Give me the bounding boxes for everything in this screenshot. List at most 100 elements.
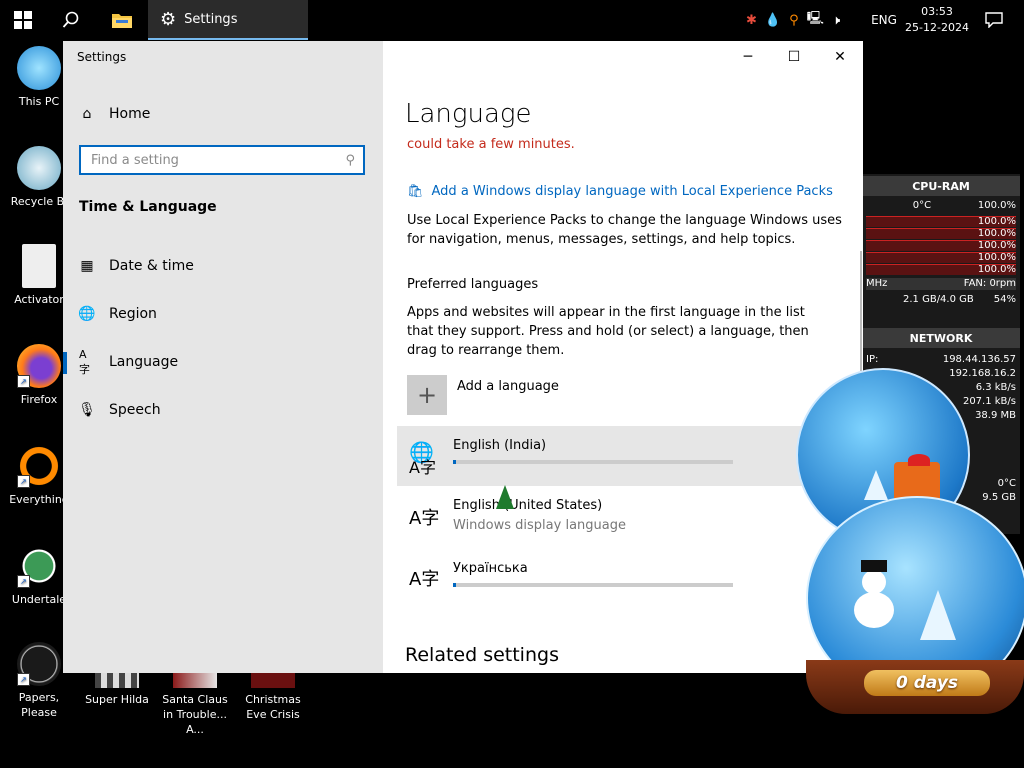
desktop-icon-santa-claus[interactable]: Santa Claus in Trouble... A... bbox=[156, 672, 234, 737]
ram-graph bbox=[866, 308, 1016, 329]
close-icon: ✕ bbox=[834, 49, 846, 65]
core-load: 100.0% bbox=[977, 252, 1016, 263]
snowman-head bbox=[862, 570, 886, 594]
microphone-icon: 🎙 bbox=[78, 402, 96, 418]
window-title: Settings bbox=[77, 50, 127, 64]
cpu-load: 100.0% bbox=[977, 200, 1016, 211]
language-icon: A字 bbox=[79, 347, 90, 376]
globe-icon: 🌐 bbox=[78, 306, 96, 322]
network-icon[interactable]: 🖳 bbox=[807, 9, 824, 31]
game-icon bbox=[251, 672, 295, 688]
lxp-link[interactable]: 🛍 Add a Windows display language with Lo… bbox=[407, 184, 833, 199]
related-settings-heading: Related settings bbox=[405, 644, 559, 666]
cpu-freq-label: MHz bbox=[866, 278, 888, 289]
undertale-icon: ↗ bbox=[17, 544, 61, 588]
close-button[interactable]: ✕ bbox=[817, 41, 863, 73]
snowy-tree-decoration bbox=[864, 470, 888, 500]
preferred-languages-heading: Preferred languages bbox=[407, 277, 539, 292]
taskbar-app-label: Settings bbox=[184, 11, 238, 27]
game-icon bbox=[95, 672, 139, 688]
home-icon: ⌂ bbox=[82, 106, 92, 122]
shortcut-arrow-icon: ↗ bbox=[17, 673, 30, 686]
progress-fill bbox=[453, 460, 456, 464]
system-tray: ✱ 💧 ⚲ 🖳 🕨 bbox=[746, 0, 840, 40]
ram-percent: 54% bbox=[993, 294, 1016, 305]
search-icon: ⚲ bbox=[345, 152, 355, 168]
nav-speech[interactable]: 🎙 Speech bbox=[78, 394, 161, 426]
language-pack-progress bbox=[453, 583, 733, 587]
action-center-button[interactable] bbox=[978, 0, 1010, 40]
fan-speed: FAN: 0rpm bbox=[963, 278, 1016, 289]
taskbar-settings-app[interactable]: ⚙ Settings bbox=[148, 0, 308, 40]
ram-usage: 2.1 GB/4.0 GB bbox=[903, 294, 974, 305]
ip-ext-row: IP: 198.44.136.57 bbox=[866, 354, 1016, 366]
desktop-icon-christmas-eve-crisis[interactable]: Christmas Eve Crisis bbox=[234, 672, 312, 722]
firefox-icon: ↗ bbox=[17, 344, 61, 388]
language-item-english-india[interactable]: 🌐 A字 English (India) bbox=[397, 426, 863, 486]
nav-language[interactable]: A字 Language bbox=[79, 346, 178, 378]
language-icon: A字 bbox=[409, 569, 440, 590]
desktop-icon-super-hilda[interactable]: Super Hilda bbox=[78, 672, 156, 707]
core-load: 100.0% bbox=[977, 264, 1016, 275]
cpu-ram-header: CPU-RAM bbox=[862, 176, 1020, 196]
language-item-ukrainian[interactable]: A字 Українська bbox=[397, 549, 863, 609]
content-scrollbar[interactable] bbox=[860, 251, 862, 371]
total-transfer: 38.9 MB bbox=[975, 410, 1016, 421]
store-icon: 🛍 bbox=[407, 184, 424, 199]
core-row: 100.0% bbox=[866, 216, 1016, 228]
upload-speed: 207.1 kB/s bbox=[962, 396, 1016, 407]
progress-fill bbox=[453, 583, 456, 587]
maximize-button[interactable]: ☐ bbox=[771, 41, 817, 73]
minimize-button[interactable]: ─ bbox=[725, 41, 771, 73]
desktop-icon-label: Super Hilda bbox=[85, 693, 149, 706]
shortcut-arrow-icon: ↗ bbox=[17, 375, 30, 388]
shortcut-arrow-icon: ↗ bbox=[17, 575, 30, 588]
snowman-body bbox=[854, 592, 894, 628]
language-name: Українська bbox=[453, 561, 528, 576]
nav-region[interactable]: 🌐 Region bbox=[78, 298, 157, 330]
core-load: 100.0% bbox=[977, 216, 1016, 227]
core-row: 100.0% bbox=[866, 252, 1016, 264]
lxp-description: Use Local Experience Packs to change the… bbox=[407, 213, 842, 247]
freq-row: MHz FAN: 0rpm bbox=[866, 278, 1016, 290]
language-code: ENG bbox=[871, 13, 897, 27]
language-icon: A字 bbox=[409, 508, 440, 529]
recycle-bin-icon bbox=[17, 146, 61, 190]
taskbar-clock[interactable]: 03:53 25-12-2024 bbox=[902, 0, 972, 40]
language-globe-icon: 🌐 A字 bbox=[409, 440, 436, 477]
nav-date-time[interactable]: ▦ Date & time bbox=[79, 250, 194, 282]
search-input[interactable] bbox=[89, 151, 346, 169]
language-item-english-us[interactable]: A字 English (United States) Windows displ… bbox=[397, 486, 863, 546]
language-name: English (United States) bbox=[453, 498, 603, 513]
plus-icon: + bbox=[407, 375, 447, 415]
santa-hat-decoration bbox=[908, 454, 930, 466]
external-ip: 198.44.136.57 bbox=[942, 354, 1016, 365]
drive-usage: 9.5 GB bbox=[982, 492, 1016, 503]
selected-indicator bbox=[63, 352, 67, 374]
page-title: Language bbox=[405, 99, 532, 129]
language-name: English (India) bbox=[453, 438, 547, 453]
taskbar-search-button[interactable] bbox=[48, 0, 94, 40]
clock-time: 03:53 bbox=[921, 5, 953, 18]
tray-everything-icon[interactable]: ⚲ bbox=[789, 13, 799, 28]
cpu-summary-row: 0°C 100.0% bbox=[866, 200, 1016, 212]
tray-app-icon[interactable]: ✱ bbox=[746, 13, 757, 28]
game-icon bbox=[173, 672, 217, 688]
tray-drop-icon[interactable]: 💧 bbox=[765, 13, 781, 28]
minimize-icon: ─ bbox=[743, 49, 753, 65]
add-language-button[interactable]: + Add a language bbox=[407, 375, 559, 415]
nav-item-label: Speech bbox=[109, 402, 161, 418]
monitor-icon bbox=[17, 46, 61, 90]
ram-row: 2.1 GB/4.0 GB 54% bbox=[866, 294, 1016, 306]
document-icon bbox=[22, 244, 56, 288]
nav-home[interactable]: ⌂ Home bbox=[79, 98, 151, 130]
magnifier-icon: ↗ bbox=[17, 444, 61, 488]
volume-muted-icon[interactable]: 🕨 bbox=[832, 13, 840, 28]
start-button[interactable] bbox=[0, 0, 46, 40]
file-explorer-button[interactable] bbox=[98, 0, 146, 40]
internal-ip: 192.168.16.2 bbox=[949, 368, 1016, 379]
nav-item-label: Language bbox=[109, 354, 179, 370]
gear-icon: ⚙ bbox=[160, 8, 177, 30]
input-language-indicator[interactable]: ENG bbox=[866, 0, 902, 40]
find-setting-search[interactable]: ⚲ bbox=[79, 145, 365, 175]
